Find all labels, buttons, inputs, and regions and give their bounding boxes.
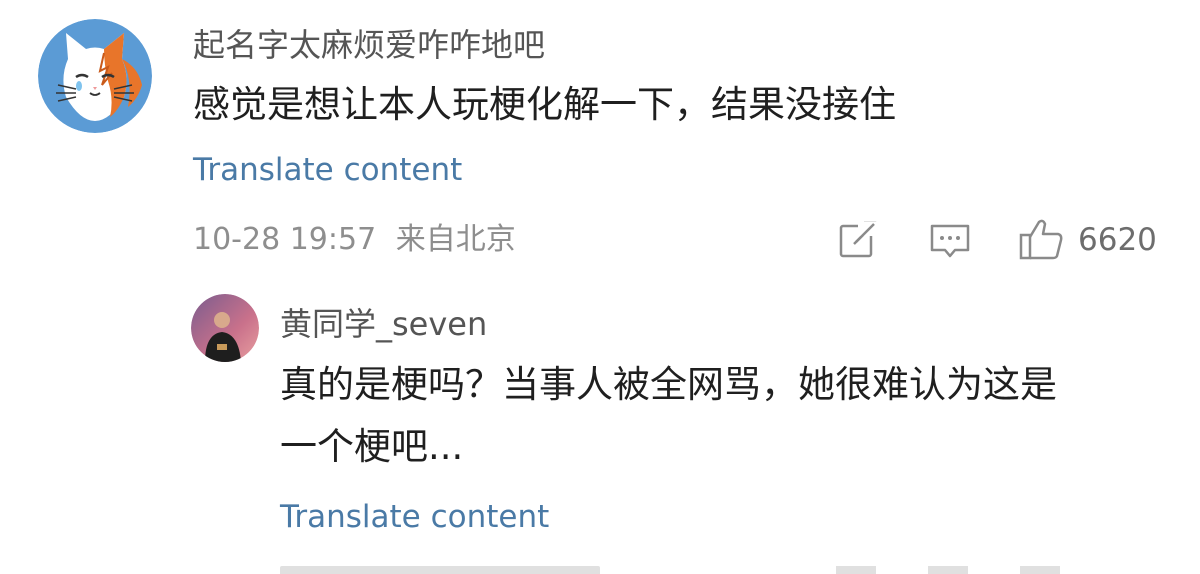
reply-text-line-1: 真的是梗吗？当事人被全网骂，她很难认为这是	[280, 363, 1057, 406]
comment-location: 来自北京	[395, 222, 516, 257]
reply-meta-placeholder	[280, 566, 600, 574]
reply-text-line-2: 一个梗吧...	[280, 425, 464, 468]
cat-avatar-icon	[38, 19, 152, 133]
comment-timestamp: 10-28 19:57	[193, 222, 377, 257]
comment-button[interactable]	[928, 218, 972, 262]
comment-meta: 10-28 19:57 来自北京	[193, 220, 516, 260]
reply-translate-content-link[interactable]: Translate content	[280, 497, 549, 537]
comment-username[interactable]: 起名字太麻烦爱咋咋地吧	[193, 25, 545, 65]
translate-content-link[interactable]: Translate content	[193, 150, 462, 190]
avatar[interactable]	[38, 19, 152, 133]
reply-comment-icon	[928, 566, 968, 574]
comment-text: 感觉是想让本人玩梗化解一下，结果没接住	[193, 83, 896, 126]
reply-username[interactable]: 黄同学_seven	[280, 304, 487, 344]
comment-bubble-icon	[930, 224, 970, 258]
reply-like-icon	[1020, 566, 1060, 574]
thumbs-up-icon	[1019, 219, 1063, 260]
share-button[interactable]	[836, 218, 880, 262]
reply-meta-cutoff	[280, 562, 1160, 574]
reply-share-icon	[836, 566, 876, 574]
like-count: 6620	[1078, 222, 1157, 258]
person-photo-avatar-icon	[191, 294, 259, 362]
share-external-icon	[839, 221, 878, 258]
reply-avatar[interactable]	[191, 294, 259, 362]
